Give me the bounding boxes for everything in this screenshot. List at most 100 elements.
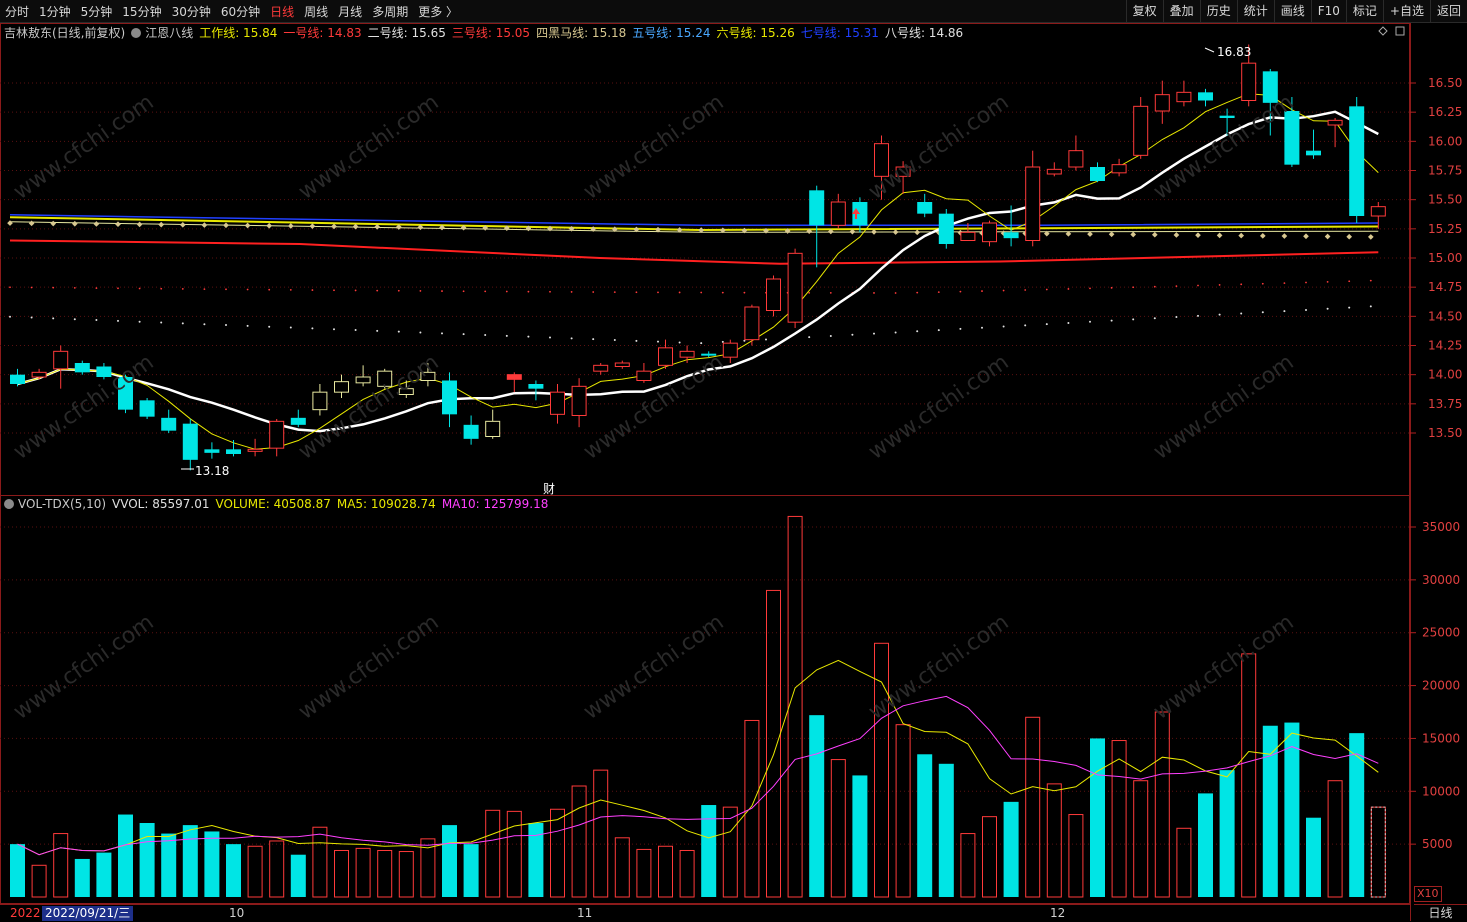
period-label[interactable]: 日线 [1414,904,1467,922]
gann-line-1-dot [527,290,530,293]
volume-bar-down [1262,725,1278,897]
price-axis-label: 14.75 [1428,280,1462,294]
gann-line-8-dot [225,324,227,327]
volume-bar-down [290,854,306,897]
volume-bar-up [31,864,47,898]
gann-line-4-marker [93,221,100,227]
volume-axis-label: 5000 [1422,837,1453,851]
candle-body-up [1133,105,1149,156]
gann-line-4-marker [158,221,165,228]
volume-bar-up [658,845,673,898]
candle-body-up [1241,62,1257,101]
gann-line-4-marker [287,223,294,229]
volume-ma10-line [17,695,1379,856]
volume-bar-down [1003,801,1019,897]
gann-line-8-dot [289,326,292,329]
gann-line-1-dot [916,291,919,294]
candle-body-down [204,449,220,453]
gann-line-8-dot [981,326,983,329]
volume-bar-up [269,840,285,898]
gann-line-8-dot [1132,318,1135,321]
volume-bar-up [1241,653,1257,898]
gann-line-8-dot [30,316,33,319]
gann-line-1-dot [354,289,357,292]
candle-body-up [658,347,673,366]
candle-body-up [766,278,781,311]
candle-body-down [161,417,177,431]
gann-line-1-dot [829,291,832,294]
volume-bar-up [982,816,997,898]
candle-body-down [182,423,198,460]
gann-line-8-dot [635,339,638,342]
volume-axis-label: 20000 [1422,679,1460,693]
gann-line-8-dot [1110,319,1113,322]
volume-bar-up [312,826,328,898]
stock-title: 吉林敖东(日线,前复权) [4,26,126,40]
gann-line-8-dot [9,315,11,318]
gann-line-1-dot [397,289,400,292]
watermark: www.cfchi.com [9,610,158,725]
gann-line-1-dot [635,291,638,294]
candle-body-up [679,350,695,358]
kline-chart[interactable]: 16.50 16.25 16.00 15.75 15.50 15.25 15.00 14.75… [0,0,1467,921]
candle-body-down [10,374,25,384]
volume-bar-up [1025,716,1041,898]
low-price-label: 13.18 [195,464,229,478]
gann-line-4-marker [28,220,35,227]
gann-line-8-dot [592,338,595,341]
volume-axis-label: 10000 [1422,784,1460,798]
gann-line-1-dot [808,291,811,294]
candle-body-up [982,222,997,243]
gann-line-8-dot [181,322,184,325]
volume-bar-up [550,808,565,898]
gann-line-8-dot [117,319,119,322]
volume-bar-up [571,785,587,898]
gann-line-8-dot [1153,317,1156,320]
watermark: www.cfchi.com [579,90,728,205]
gann-line-1-dot [30,286,33,289]
gann-line-1-dot [700,291,703,294]
gann-line-4-marker [1216,232,1223,239]
candle-body-up [53,350,69,370]
candle-body-down [938,213,954,244]
volume-unit-badge: X10 [1414,886,1442,902]
indicator-settings-icon[interactable] [131,27,142,38]
gann-line-1-dot [268,288,271,291]
gann-line-1-dot [1110,286,1113,289]
gann-line-8-dot [808,336,811,339]
gann-line-8-dot [160,321,163,324]
candle-body-down [442,380,457,415]
candle-body-up [31,371,47,378]
price-legend-item-5: 五号线: 15.24 [632,26,711,40]
gann-line-4-marker [1151,231,1158,238]
panel-maximize-icon [1395,26,1405,36]
gann-line-8-dot [959,327,962,330]
gann-line-1-dot [721,291,724,294]
price-axis-label: 14.25 [1428,339,1462,353]
gann-line-8-dot [765,338,767,341]
candle-body-up [269,420,285,449]
gann-line-8-dot [484,334,487,337]
candle-body-down [917,202,933,214]
volume-settings-icon[interactable] [4,499,14,509]
gann-line-1-dot [1240,283,1243,286]
gann-line-8-dot [549,336,551,339]
candle-body-up [571,385,587,417]
volume-bar-down [10,844,25,897]
price-axis-label: 16.50 [1428,76,1462,90]
price-legend-item-2: 二号线: 15.65 [367,26,446,40]
volume-bar-up [1068,814,1084,898]
gann-line-8-dot [376,329,379,332]
volume-bar-up [830,759,846,898]
price-legend-item-3: 三号线: 15.05 [451,26,531,40]
candle-body-up [722,342,738,358]
candle-body-down [1090,167,1105,181]
candle-body-up [1025,166,1041,241]
candle-body-down [1198,92,1213,101]
gann-line-1-dot [1348,280,1351,283]
high-price-label: 16.83 [1217,45,1251,59]
panel-menu-icon [1378,26,1388,36]
candle-body-up [744,306,760,341]
gann-line-1-dot [1067,288,1070,290]
vol-legend-item-3: MA10: 125799.18 [441,497,549,511]
